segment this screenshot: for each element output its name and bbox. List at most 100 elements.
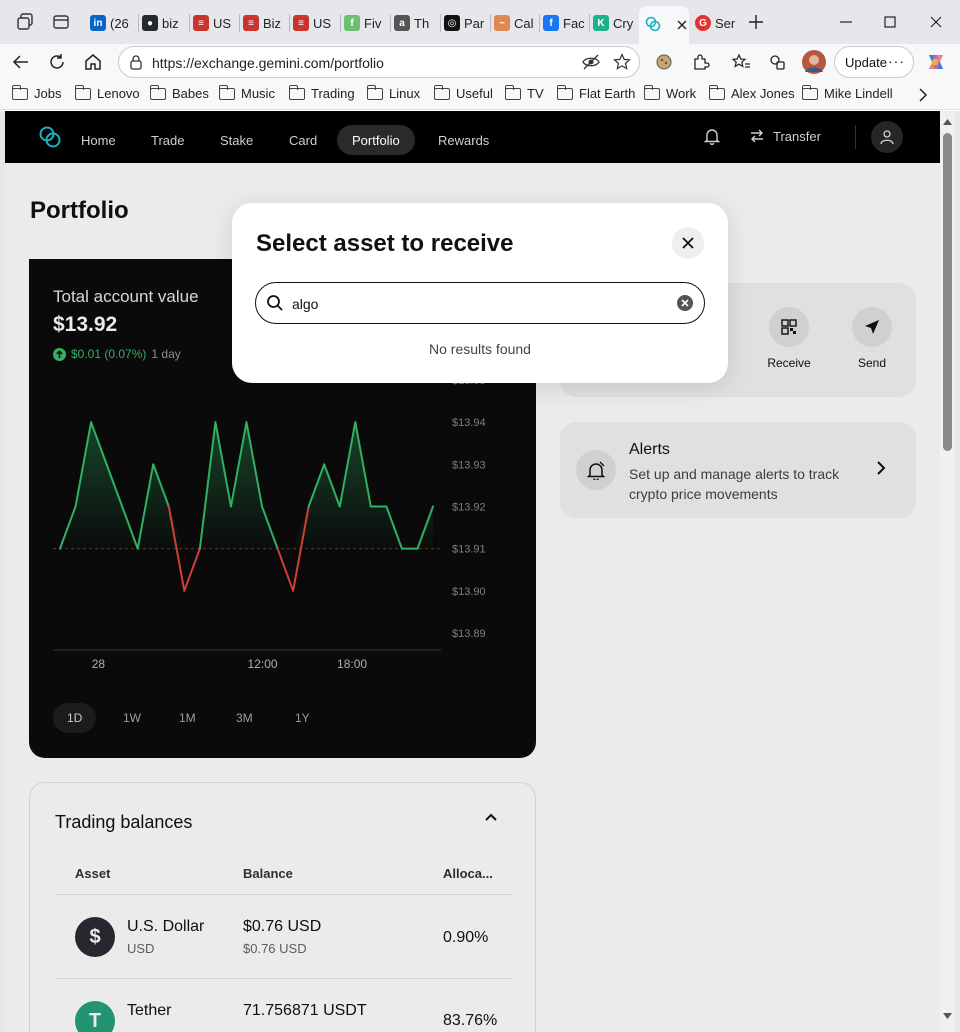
more-bookmarks-chevron-icon[interactable] xyxy=(918,88,928,107)
page-scrollbar[interactable] xyxy=(940,111,955,1032)
bookmark-6[interactable]: Useful xyxy=(433,84,493,101)
minimize-button[interactable] xyxy=(834,10,858,34)
nav-item-portfolio[interactable]: Portfolio xyxy=(337,125,415,155)
tab-8[interactable]: ~ Cal xyxy=(494,8,538,38)
tab-10[interactable]: K Cry xyxy=(593,8,637,38)
tab-4[interactable]: ≡ US xyxy=(293,8,337,38)
folder-icon xyxy=(74,84,91,100)
bookmark-7[interactable]: TV xyxy=(504,84,544,101)
tab-close-icon[interactable] xyxy=(677,18,687,33)
notifications-bell-icon[interactable] xyxy=(703,127,721,150)
site-info-icon[interactable] xyxy=(128,54,144,75)
tab-label: Ser xyxy=(715,15,736,31)
refresh-button[interactable] xyxy=(45,50,69,74)
tab-separator xyxy=(589,14,590,32)
maximize-button[interactable] xyxy=(878,10,902,34)
home-button[interactable] xyxy=(81,50,105,74)
gemini-logo[interactable] xyxy=(38,125,62,154)
tab-label: Par xyxy=(464,15,485,31)
bookmark-5[interactable]: Linux xyxy=(366,84,420,101)
tab-separator xyxy=(340,14,341,32)
tab-9[interactable]: f Fac xyxy=(543,8,587,38)
account-icon[interactable] xyxy=(871,121,903,153)
tab-separator xyxy=(539,14,540,32)
close-window-button[interactable] xyxy=(924,10,948,34)
bookmark-label: Alex Jones xyxy=(731,86,795,101)
tab-6[interactable]: a Th xyxy=(394,8,438,38)
bookmark-11[interactable]: Mike Lindell xyxy=(801,84,893,101)
tab-separator xyxy=(490,14,491,32)
browser-tab-bar: in (26 ● biz ≡ US ≡ Biz ≡ US f Fiv a Th ◎ Par ~ Cal f Fac K C… xyxy=(0,0,960,44)
bookmark-1[interactable]: Lenovo xyxy=(74,84,140,101)
nav-item-card[interactable]: Card xyxy=(274,125,332,155)
copilot-icon[interactable] xyxy=(924,50,948,74)
folder-icon xyxy=(556,84,573,100)
profile-avatar[interactable] xyxy=(802,50,826,74)
favorite-star-icon[interactable] xyxy=(613,53,631,76)
folder-icon xyxy=(801,84,818,100)
github-icon: ● xyxy=(142,15,158,31)
bookmark-label: Useful xyxy=(456,86,493,101)
extension-cookie-icon[interactable] xyxy=(652,50,676,74)
flag-icon: ≡ xyxy=(293,15,309,31)
more-options-icon[interactable]: ··· xyxy=(888,53,905,69)
url-text[interactable]: https://exchange.gemini.com/portfolio xyxy=(152,55,384,71)
top-navigation: Home Trade Stake Card Portfolio Rewards Trans… xyxy=(5,111,940,163)
collections-icon[interactable] xyxy=(765,50,789,74)
scroll-up-icon[interactable] xyxy=(943,117,952,126)
bookmark-4[interactable]: Trading xyxy=(288,84,355,101)
nav-item-home[interactable]: Home xyxy=(66,125,131,155)
bookmark-label: Babes xyxy=(172,86,209,101)
new-tab-button[interactable] xyxy=(744,10,768,34)
scroll-down-icon[interactable] xyxy=(943,1011,952,1020)
tab-label: biz xyxy=(162,15,179,31)
tab-2[interactable]: ≡ US xyxy=(193,8,237,38)
tab-last[interactable]: G Ser xyxy=(695,8,739,38)
bookmark-label: Flat Earth xyxy=(579,86,636,101)
tab-1[interactable]: ● biz xyxy=(142,8,186,38)
bookmark-label: Trading xyxy=(311,86,355,101)
bookmark-9[interactable]: Work xyxy=(643,84,696,101)
tab-label: Biz xyxy=(263,15,282,31)
tab-3[interactable]: ≡ Biz xyxy=(243,8,287,38)
close-icon xyxy=(682,237,694,249)
bookmark-8[interactable]: Flat Earth xyxy=(556,84,636,101)
modal-close-button[interactable] xyxy=(672,227,704,259)
clear-search-icon[interactable] xyxy=(676,294,694,317)
tracking-prevention-icon[interactable] xyxy=(582,54,600,75)
transfer-button[interactable]: Transfer xyxy=(749,128,821,144)
bookmark-10[interactable]: Alex Jones xyxy=(708,84,795,101)
bookmark-2[interactable]: Babes xyxy=(149,84,209,101)
tab-separator xyxy=(440,14,441,32)
site-icon: f xyxy=(344,15,360,31)
tab-label: US xyxy=(213,15,232,31)
address-bar[interactable]: https://exchange.gemini.com/portfolio xyxy=(118,46,640,78)
tab-label: Cry xyxy=(613,15,634,31)
tab-actions-icon[interactable] xyxy=(50,11,72,33)
browser-toolbar: https://exchange.gemini.com/portfolio Up… xyxy=(0,44,960,80)
flag-icon: ≡ xyxy=(243,15,259,31)
tab-5[interactable]: f Fiv xyxy=(344,8,388,38)
tab-label: (26 xyxy=(110,15,129,31)
site-icon: ~ xyxy=(494,15,510,31)
tab-gemini-active[interactable] xyxy=(639,6,689,44)
back-button[interactable] xyxy=(9,50,33,74)
nav-item-rewards[interactable]: Rewards xyxy=(423,125,504,155)
search-input[interactable] xyxy=(292,294,662,314)
workspaces-icon[interactable] xyxy=(14,11,36,33)
tab-7[interactable]: ◎ Par xyxy=(444,8,488,38)
tab-label: Cal xyxy=(514,15,534,31)
search-icon xyxy=(266,294,284,317)
transfer-icon xyxy=(751,129,763,143)
update-button[interactable]: Update ··· xyxy=(834,46,914,78)
favorites-icon[interactable] xyxy=(729,50,753,74)
nav-item-trade[interactable]: Trade xyxy=(136,125,199,155)
bookmark-3[interactable]: Music xyxy=(218,84,275,101)
folder-icon xyxy=(643,84,660,100)
tab-0[interactable]: in (26 xyxy=(90,8,134,38)
nav-item-stake[interactable]: Stake xyxy=(205,125,268,155)
extensions-icon[interactable] xyxy=(689,50,713,74)
select-asset-modal: Select asset to receive No results found xyxy=(232,203,728,383)
bookmark-0[interactable]: Jobs xyxy=(11,84,61,101)
scrollbar-thumb[interactable] xyxy=(943,133,952,451)
